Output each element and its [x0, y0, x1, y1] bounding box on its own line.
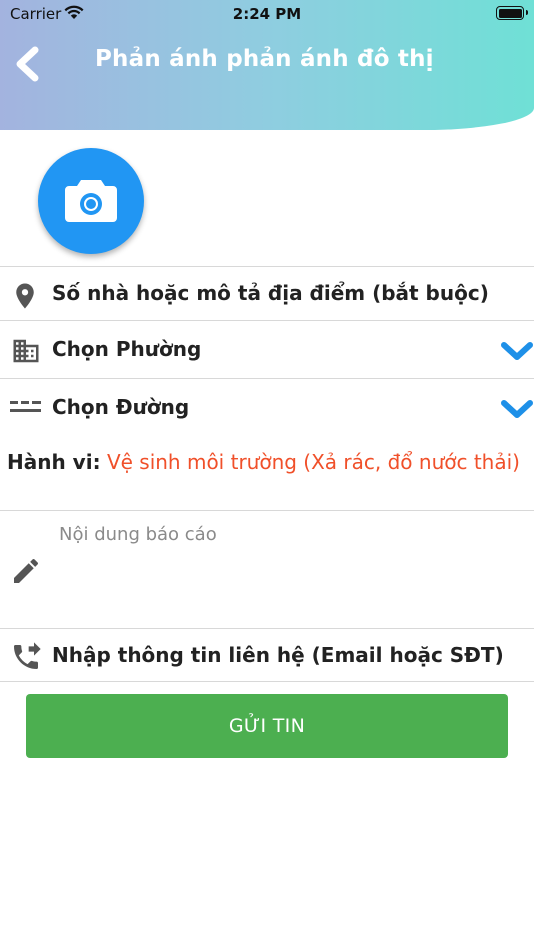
content-field	[0, 510, 534, 628]
content-input[interactable]	[56, 521, 526, 621]
clock: 2:24 PM	[232, 5, 302, 23]
chevron-down-icon[interactable]	[500, 340, 534, 366]
contact-label: Nhập thông tin liên hệ (Email hoặc SĐT)	[52, 643, 504, 667]
street-label: Chọn Đường	[52, 395, 190, 419]
back-button[interactable]	[8, 42, 48, 86]
ward-select[interactable]: Chọn Phường	[0, 320, 534, 378]
chevron-left-icon	[16, 46, 39, 82]
page-title: Phản ánh phản ánh đô thị	[95, 46, 434, 72]
pencil-icon	[10, 555, 42, 591]
behavior-label: Hành vi:	[7, 450, 101, 474]
contact-field[interactable]: Nhập thông tin liên hệ (Email hoặc SĐT)	[0, 628, 534, 682]
address-field[interactable]: Số nhà hoặc mô tả địa điểm (bắt buộc)	[0, 266, 534, 320]
camera-icon	[65, 180, 117, 222]
camera-button[interactable]	[38, 148, 144, 254]
phone-forward-icon	[10, 641, 42, 677]
behavior-value: Vệ sinh môi trường (Xả rác, đổ nước thải…	[106, 450, 520, 474]
street-select[interactable]: Chọn Đường	[0, 378, 534, 436]
ward-label: Chọn Phường	[52, 337, 202, 361]
location-pin-icon	[10, 280, 40, 316]
road-icon	[10, 400, 42, 420]
status-bar: Carrier 2:24 PM	[0, 0, 534, 28]
battery-icon	[496, 6, 528, 20]
address-label: Số nhà hoặc mô tả địa điểm (bắt buộc)	[52, 281, 489, 305]
behavior-info: Hành vi: Vệ sinh môi trường (Xả rác, đổ …	[7, 450, 520, 474]
app-header: Carrier 2:24 PM Phản ánh phản ánh đô thị	[0, 0, 534, 130]
submit-button[interactable]: GỬI TIN	[26, 694, 508, 758]
chevron-down-icon[interactable]	[500, 398, 534, 424]
building-icon	[10, 336, 42, 370]
